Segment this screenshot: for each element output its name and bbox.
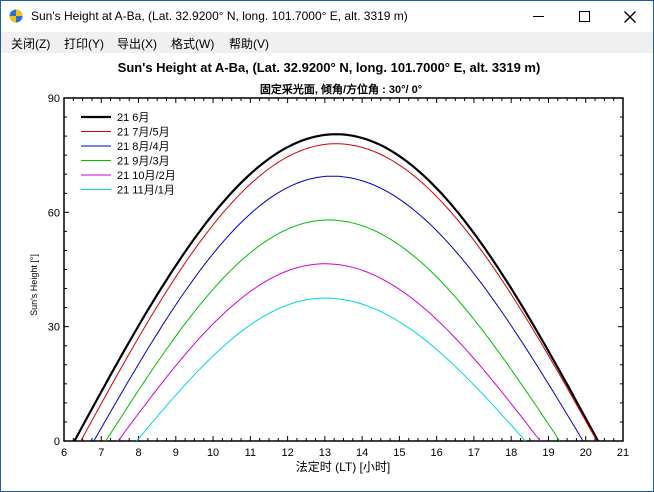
x-tick-label: 14	[356, 447, 368, 459]
x-tick-label: 15	[393, 447, 405, 459]
sun-height-chart: Sun's Height at A-Ba, (Lat. 32.9200° N, …	[29, 60, 629, 474]
x-tick-label: 18	[505, 447, 517, 459]
series-line	[136, 297, 526, 442]
menu-help[interactable]: 帮助(V)	[229, 35, 269, 52]
x-tick-label: 16	[431, 447, 443, 459]
y-tick-label: 60	[48, 207, 60, 219]
app-window: Sun's Height at A-Ba, (Lat. 32.9200° N, …	[0, 0, 654, 492]
x-tick-label: 13	[319, 447, 331, 459]
y-tick-label: 90	[48, 93, 60, 105]
x-tick-label: 21	[617, 447, 629, 459]
x-tick-label: 11	[245, 447, 256, 459]
chart-subtitle: 固定采光面, 倾角/方位角 : 30°/ 0°	[260, 82, 422, 96]
minimize-button[interactable]	[515, 1, 561, 32]
menu-close[interactable]: 关闭(Z)	[11, 35, 50, 52]
x-tick-label: 9	[173, 447, 179, 459]
legend: 21 6月 21 7月/5月 21 8月/4月 21 9月/3月 21 10月/2月 21…	[81, 112, 176, 197]
x-tick-label: 20	[580, 447, 592, 459]
x-tick-label: 19	[542, 447, 554, 459]
y-tick-label: 30	[48, 322, 60, 334]
menu-bar: 关闭(Z) 打印(Y) 导出(X) 格式(W) 帮助(V)	[1, 32, 653, 53]
sun-app-icon	[9, 9, 23, 23]
x-tick-label: 10	[207, 447, 219, 459]
series-line	[117, 263, 541, 442]
maximize-icon	[578, 11, 590, 22]
x-axis-label: 法定时 (LT) [小时]	[296, 459, 390, 474]
maximize-button[interactable]	[561, 1, 607, 32]
x-tick-label: 6	[61, 447, 67, 459]
menu-export[interactable]: 导出(X)	[117, 35, 157, 52]
x-tick-label: 7	[98, 447, 104, 459]
x-tick-label: 17	[468, 447, 480, 459]
window-title: Sun's Height at A-Ba, (Lat. 32.9200° N, …	[31, 9, 408, 23]
x-tick-label: 8	[135, 447, 141, 459]
legend-label: 21 10月/2月	[117, 170, 176, 182]
legend-label: 21 8月/4月	[117, 141, 170, 153]
plot-area: Sun's Height at A-Ba, (Lat. 32.9200° N, …	[1, 53, 653, 491]
legend-label: 21 6月	[117, 112, 149, 124]
minimize-icon	[532, 16, 544, 17]
y-tick-label: 0	[54, 436, 60, 448]
legend-label: 21 11月/1月	[117, 185, 175, 197]
chart-title: Sun's Height at A-Ba, (Lat. 32.9200° N, …	[118, 60, 541, 75]
y-axis-label: Sun's Height [°]	[29, 254, 39, 316]
series-line	[105, 219, 561, 442]
legend-label: 21 9月/3月	[117, 156, 170, 168]
title-bar[interactable]: Sun's Height at A-Ba, (Lat. 32.9200° N, …	[1, 1, 653, 33]
x-tick-label: 12	[281, 447, 293, 459]
close-icon	[624, 10, 636, 23]
close-button[interactable]	[607, 1, 653, 32]
menu-format[interactable]: 格式(W)	[171, 35, 214, 52]
menu-print[interactable]: 打印(Y)	[64, 35, 104, 52]
legend-label: 21 7月/5月	[117, 127, 170, 139]
